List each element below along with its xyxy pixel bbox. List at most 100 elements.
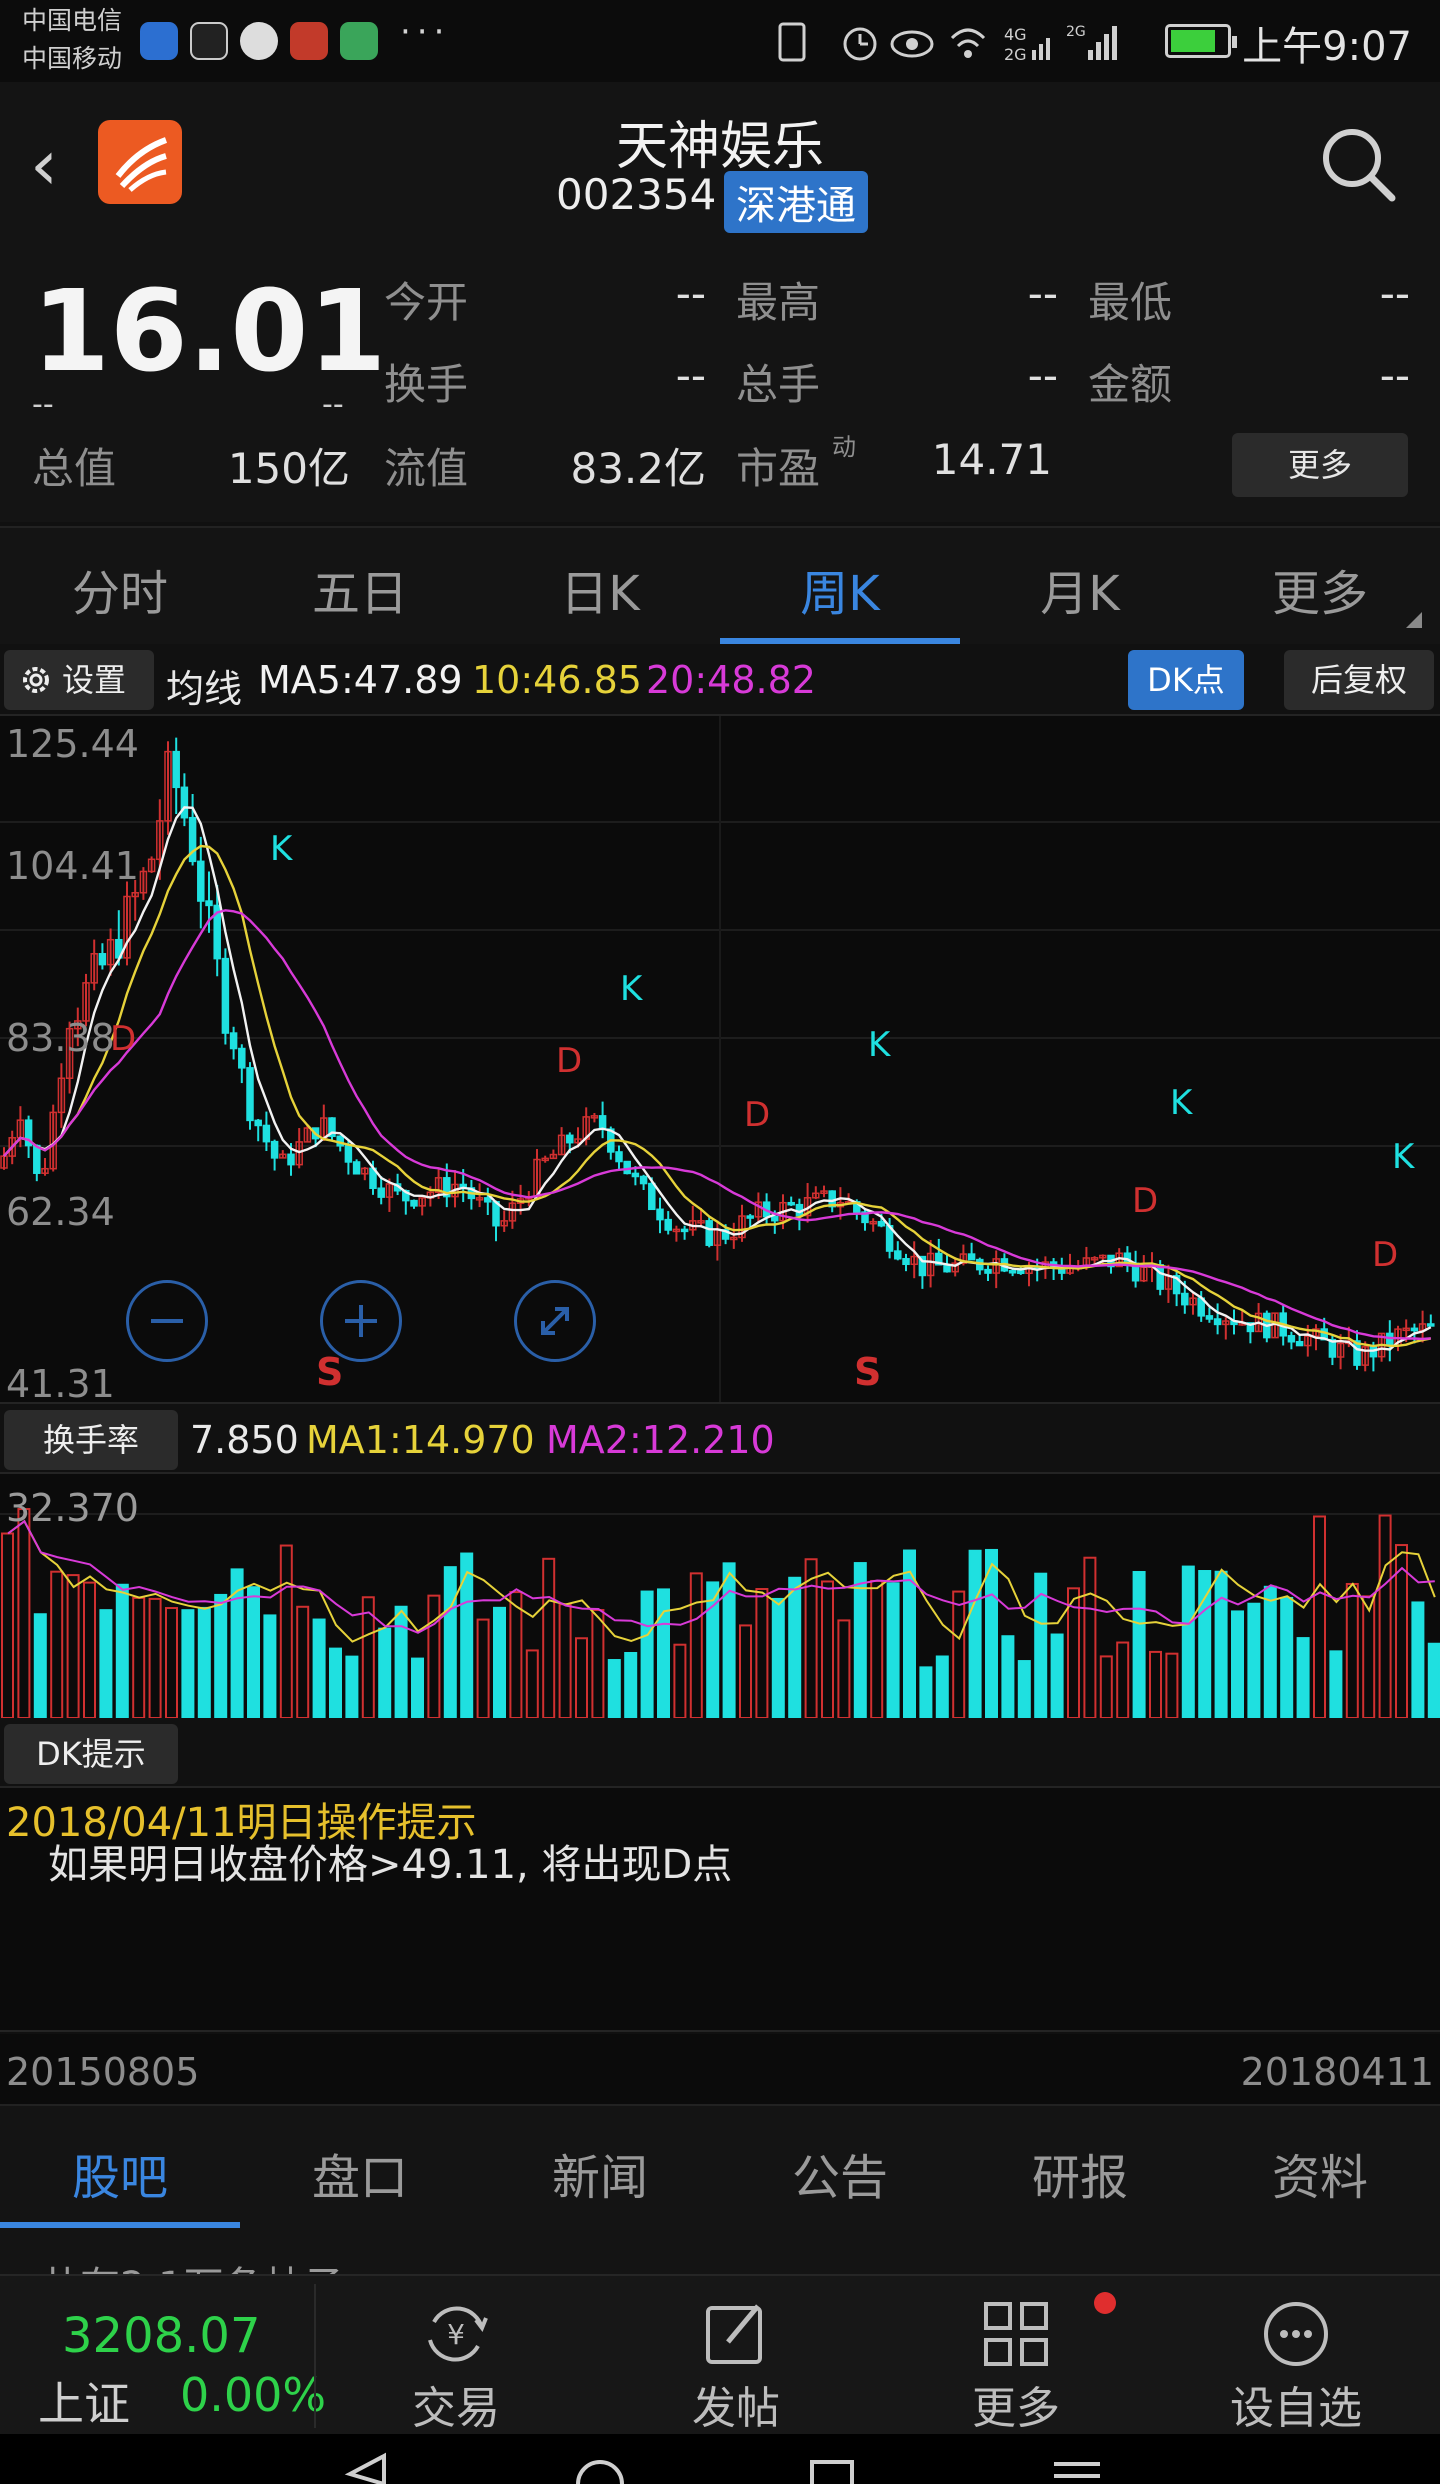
status-icons: 4G 2G 2G — [778, 22, 1117, 64]
search-icon[interactable] — [1318, 124, 1398, 204]
index-name: 上证 — [38, 2377, 130, 2431]
date-range: 20150805 20180411 — [0, 2034, 1440, 2104]
turnover-ma2: MA2:12.210 — [546, 1418, 775, 1462]
minus-icon — [151, 1319, 183, 1323]
tab-weekly-k[interactable]: 周K — [720, 554, 960, 624]
value-open: -- — [675, 269, 706, 318]
start-date: 20150805 — [6, 2050, 200, 2094]
y-tick-4: 62.34 — [6, 1190, 115, 1234]
svg-text:D: D — [1132, 1181, 1158, 1221]
tab-daily-k[interactable]: 日K — [480, 554, 720, 624]
value-volume: -- — [1027, 351, 1058, 400]
y-tick-5: 41.31 — [6, 1362, 115, 1406]
nav-post[interactable]: 发帖 — [616, 2290, 856, 2434]
value-high: -- — [1027, 269, 1058, 318]
more-circle-icon — [1264, 2302, 1328, 2366]
carrier-1: 中国电信 — [22, 6, 123, 35]
svg-text:D: D — [744, 1095, 770, 1135]
settings-label: 设置 — [62, 661, 127, 699]
turnover-chart[interactable] — [0, 1474, 1440, 1718]
qq-browser-icon — [140, 22, 178, 60]
kline-chart[interactable]: KKKKKDDDDD — [0, 716, 1440, 1402]
dropdown-corner-icon — [1406, 612, 1422, 628]
svg-text:K: K — [1170, 1083, 1194, 1123]
price-change: -- — [32, 387, 54, 422]
nav-trade-label: 交易 — [412, 2383, 500, 2434]
svg-text:K: K — [868, 1025, 892, 1065]
value-pe: 14.71 — [931, 435, 1052, 484]
value-float-cap: 83.2亿 — [570, 444, 706, 493]
tab-announcements[interactable]: 公告 — [720, 2138, 960, 2208]
turnover-svg — [0, 1508, 1440, 1718]
tab-forum[interactable]: 股吧 — [0, 2138, 240, 2208]
dk-tip-text: 如果明日收盘价格>49.11, 将出现D点 — [48, 1842, 733, 1888]
tab-intraday[interactable]: 分时 — [0, 554, 240, 624]
last-price: 16.01 — [32, 267, 387, 397]
grid-icon — [984, 2302, 1048, 2366]
label-pe: 市盈 — [736, 444, 821, 493]
carrier-2: 中国移动 — [22, 44, 123, 73]
tab-order-book[interactable]: 盘口 — [240, 2138, 480, 2208]
search-app-icon — [240, 22, 278, 60]
svg-text:¥: ¥ — [447, 2318, 465, 2351]
nav-more-label: 更多 — [972, 2383, 1060, 2434]
news-app-icon — [290, 22, 328, 60]
nav-trade[interactable]: ¥ 交易 — [336, 2290, 576, 2434]
value-low: -- — [1379, 269, 1410, 318]
value-amount: -- — [1379, 351, 1410, 400]
forum-post-count: 共有2.1万条帖子 — [40, 2254, 344, 2274]
label-high: 最高 — [736, 278, 821, 327]
sys-home-icon — [576, 2460, 624, 2484]
value-market-cap: 150亿 — [227, 444, 350, 493]
notification-dot — [1094, 2292, 1116, 2314]
ma-bar: 设置 均线 MA5:47.89 10:46.85 20:48.82 DK点 后复… — [0, 644, 1440, 716]
value-turnover: -- — [675, 351, 706, 400]
tab-profile[interactable]: 资料 — [1200, 2138, 1440, 2208]
quote-more-button[interactable]: 更多 — [1232, 433, 1408, 497]
tab-news[interactable]: 新闻 — [480, 2138, 720, 2208]
label-float-cap: 流值 — [384, 444, 469, 493]
adjust-mode-button[interactable]: 后复权 — [1284, 650, 1434, 710]
svg-text:D: D — [556, 1041, 582, 1081]
period-tabs: 分时 五日 日K 周K 月K 更多 — [0, 526, 1440, 644]
turnover-ma1: MA1:14.970 — [306, 1418, 535, 1462]
dk-point-button[interactable]: DK点 — [1128, 650, 1244, 710]
more-notifications-icon: ··· — [400, 12, 451, 52]
market-badge: 深港通 — [724, 171, 868, 233]
svg-text:K: K — [270, 829, 294, 869]
expand-icon — [541, 1307, 569, 1335]
turnover-bar: 换手率 7.850 MA1:14.970 MA2:12.210 — [0, 1402, 1440, 1474]
ma10-value: 10:46.85 — [472, 658, 642, 702]
label-turnover: 换手 — [384, 360, 469, 409]
video-app-icon — [340, 22, 378, 60]
y-tick-2: 104.41 — [6, 844, 139, 888]
nav-add-watchlist-label: 设自选 — [1230, 2383, 1362, 2434]
tab-research[interactable]: 研报 — [960, 2138, 1200, 2208]
gear-icon — [23, 667, 49, 693]
nav-add-watchlist[interactable]: 设自选 — [1176, 2290, 1416, 2434]
tab-more-periods[interactable]: 更多 — [1200, 554, 1440, 624]
dk-tip-panel: 2018/04/11明日操作提示 如果明日收盘价格>49.11, 将出现D点 — [0, 1788, 1440, 2032]
ma5-value: MA5:47.89 — [258, 658, 463, 702]
y-tick-1: 125.44 — [6, 722, 139, 766]
ma-label: 均线 — [166, 667, 243, 711]
net-2g-a: 2G — [1004, 45, 1027, 64]
net-2g-b: 2G — [1066, 24, 1086, 40]
label-open: 今开 — [384, 278, 469, 327]
net-4g: 4G — [1004, 25, 1027, 44]
bottom-nav: 3208.07 上证 0.00% ¥ 交易 发帖 更多 设自选 — [0, 2274, 1440, 2434]
trade-yuan-icon: ¥ — [428, 2306, 488, 2362]
index-value: 3208.07 — [62, 2308, 261, 2364]
dk-tip-button[interactable]: DK提示 — [4, 1724, 178, 1784]
system-nav-icons — [344, 2452, 1100, 2484]
tab-five-day[interactable]: 五日 — [240, 554, 480, 624]
index-change: 0.00% — [180, 2368, 327, 2422]
zoom-out-button[interactable] — [126, 1280, 208, 1362]
tab-monthly-k[interactable]: 月K — [960, 554, 1200, 624]
health-icon — [190, 22, 228, 60]
nav-divider — [314, 2284, 316, 2428]
fullscreen-button[interactable] — [514, 1280, 596, 1362]
turnover-value: 7.850 — [190, 1418, 299, 1462]
chart-settings-button[interactable]: 设置 — [4, 650, 154, 710]
turnover-indicator-button[interactable]: 换手率 — [4, 1410, 178, 1470]
